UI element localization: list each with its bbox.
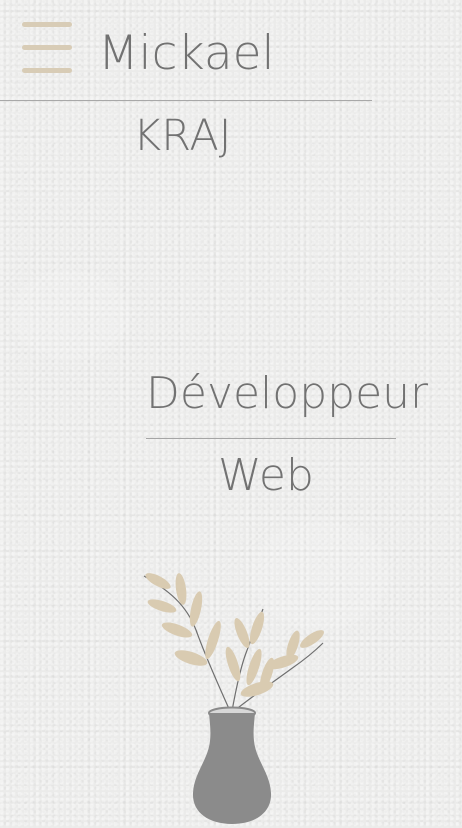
role-title-line-2: Web [218,450,314,501]
hamburger-menu-icon-line [22,45,72,50]
hamburger-menu-icon-line [22,68,72,73]
background-texture-blob [10,270,130,360]
hamburger-menu-icon [22,22,72,27]
menu-button[interactable] [22,22,72,74]
brand-divider [0,100,372,101]
role-title-line-1: Développeur [146,368,429,419]
brand-last-name: KRAJ [133,111,232,161]
brand-first-name: Mickael [98,26,275,81]
role-divider [146,438,396,439]
plant-vase-illustration [143,573,324,824]
